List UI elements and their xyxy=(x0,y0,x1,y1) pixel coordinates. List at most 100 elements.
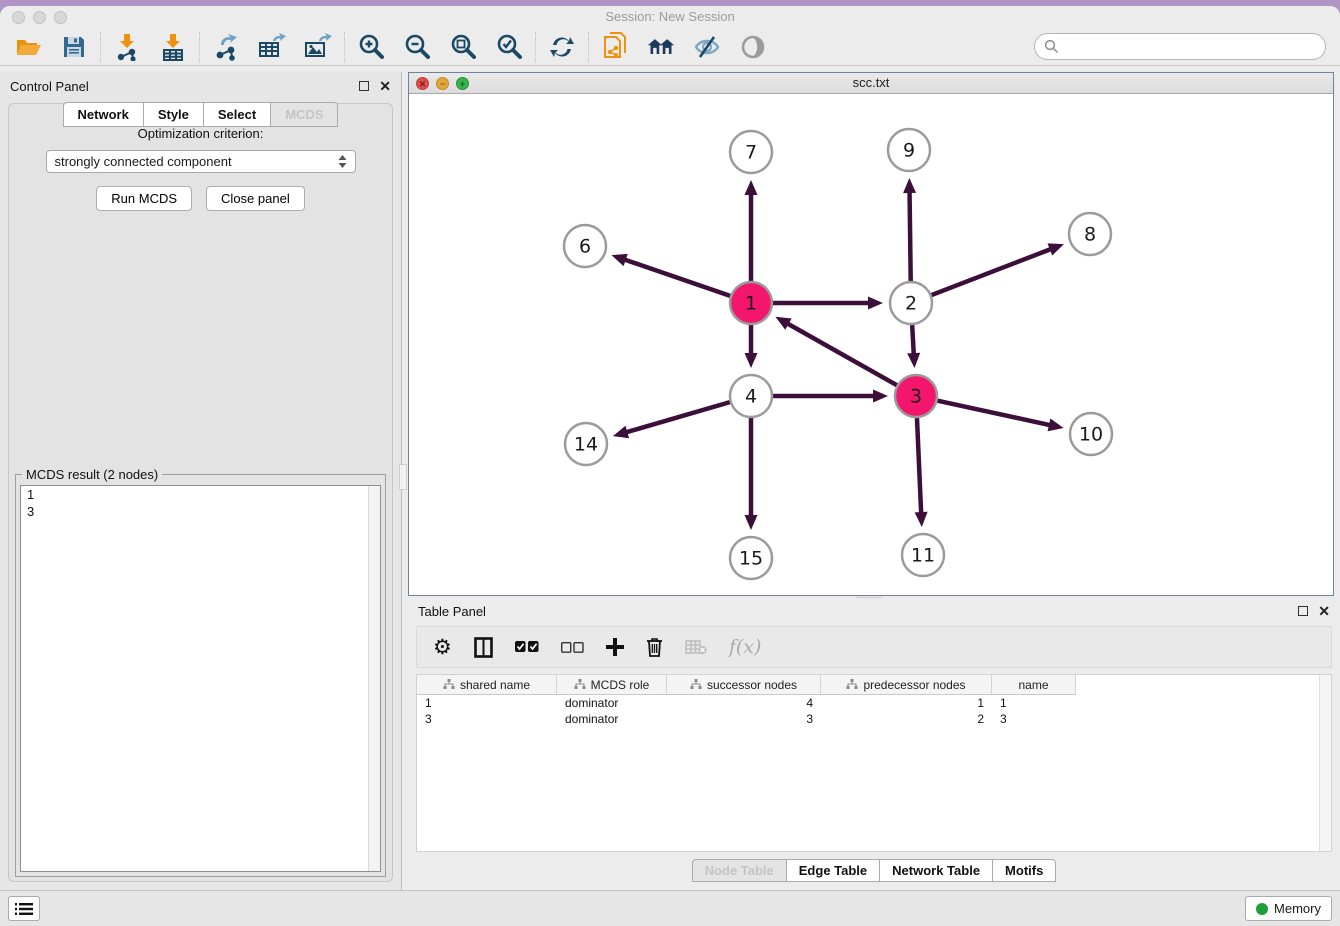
delete-column-icon[interactable] xyxy=(646,633,663,661)
select-all-icon[interactable] xyxy=(515,633,539,661)
zoom-in-icon[interactable] xyxy=(357,33,385,61)
graph-edge-1-6[interactable] xyxy=(623,259,730,296)
table-row[interactable]: 3dominator323 xyxy=(417,711,1076,727)
float-table-panel-icon[interactable] xyxy=(1298,606,1308,616)
column-header-shared-name[interactable]: shared name xyxy=(417,675,557,694)
table-panel-header: Table Panel ✕ xyxy=(408,598,1340,624)
import-network-icon[interactable] xyxy=(113,33,141,61)
search-icon xyxy=(1044,39,1059,54)
graph-edge-2-9[interactable] xyxy=(910,190,911,281)
attribute-icon xyxy=(574,679,586,690)
export-image-icon[interactable] xyxy=(304,33,332,61)
graph-node-label-8: 8 xyxy=(1084,224,1096,246)
table-cell[interactable]: 1 xyxy=(821,695,992,711)
tab-network-table[interactable]: Network Table xyxy=(879,859,992,882)
tab-edge-table[interactable]: Edge Table xyxy=(786,859,879,882)
search-field[interactable] xyxy=(1034,33,1326,60)
maximize-window-button[interactable] xyxy=(54,11,67,24)
graph-edge-3-10[interactable] xyxy=(937,401,1051,426)
graph-node-label-2: 2 xyxy=(905,293,917,315)
task-history-button[interactable] xyxy=(8,896,40,921)
close-table-panel-icon[interactable]: ✕ xyxy=(1318,606,1330,616)
table-cell[interactable]: 3 xyxy=(992,711,1076,727)
save-session-icon[interactable] xyxy=(60,33,88,61)
tab-network[interactable]: Network xyxy=(63,102,143,127)
graph-edge-3-1[interactable] xyxy=(786,323,897,386)
graph-node-label-7: 7 xyxy=(745,142,757,164)
graph-edge-arrow-4-15 xyxy=(745,515,758,530)
deselect-all-icon[interactable] xyxy=(561,633,584,661)
table-cell[interactable]: dominator xyxy=(557,695,667,711)
graph-edge-4-14[interactable] xyxy=(624,402,729,433)
tab-motifs[interactable]: Motifs xyxy=(992,859,1056,882)
refresh-icon[interactable] xyxy=(548,33,576,61)
network-minimize-button[interactable]: − xyxy=(436,77,449,90)
tab-style[interactable]: Style xyxy=(143,102,203,127)
optimization-select[interactable]: strongly connected component xyxy=(46,150,356,173)
clone-network-icon[interactable] xyxy=(601,33,629,61)
search-input[interactable] xyxy=(1064,39,1314,54)
network-maximize-button[interactable]: + xyxy=(456,77,469,90)
table-panel-title: Table Panel xyxy=(418,604,486,619)
close-panel-icon[interactable]: ✕ xyxy=(379,81,391,91)
gear-icon[interactable]: ⚙ xyxy=(433,633,452,661)
table-cell[interactable]: 4 xyxy=(667,695,821,711)
toolbar-separator xyxy=(344,32,345,62)
control-panel-header: Control Panel ✕ xyxy=(0,72,401,100)
column-header-predecessor-nodes[interactable]: predecessor nodes xyxy=(821,675,992,694)
birdseye-icon[interactable] xyxy=(739,33,767,61)
graph-edge-2-3[interactable] xyxy=(912,325,914,356)
main-window: Session: New Session xyxy=(0,6,1340,926)
memory-button[interactable]: Memory xyxy=(1245,896,1332,921)
mcds-result-scrollbar[interactable] xyxy=(368,486,380,871)
tab-node-table[interactable]: Node Table xyxy=(692,859,786,882)
tab-select[interactable]: Select xyxy=(203,102,270,127)
mcds-result-list[interactable]: 1 3 xyxy=(20,485,381,872)
graph-edge-2-8[interactable] xyxy=(932,248,1053,295)
mcds-panel: Optimization criterion: strongly connect… xyxy=(8,103,393,882)
close-window-button[interactable] xyxy=(12,11,25,24)
list-icon xyxy=(15,902,33,916)
hide-eye-icon[interactable] xyxy=(693,33,721,61)
attribute-icon xyxy=(443,679,455,690)
run-mcds-button[interactable]: Run MCDS xyxy=(96,186,192,211)
open-session-icon[interactable] xyxy=(14,33,42,61)
graph-edge-arrow-4-3 xyxy=(873,390,888,403)
home-layout-icon[interactable] xyxy=(647,33,675,61)
column-header-successor-nodes[interactable]: successor nodes xyxy=(667,675,821,694)
table-cell[interactable]: 1 xyxy=(992,695,1076,711)
table-cell[interactable]: dominator xyxy=(557,711,667,727)
export-table-icon[interactable] xyxy=(258,33,286,61)
zoom-selected-icon[interactable] xyxy=(495,33,523,61)
network-window-titlebar: ✕ − + scc.txt xyxy=(409,73,1333,94)
graph-edge-arrow-1-2 xyxy=(868,297,883,310)
vertical-splitter-handle[interactable] xyxy=(399,464,407,490)
add-column-icon[interactable] xyxy=(606,633,624,661)
table-row[interactable]: 1dominator411 xyxy=(417,695,1076,711)
toolbar-separator xyxy=(100,32,101,62)
table-cell[interactable]: 1 xyxy=(417,695,557,711)
table-cell[interactable]: 3 xyxy=(417,711,557,727)
zoom-fit-icon[interactable] xyxy=(449,33,477,61)
columns-icon[interactable] xyxy=(474,633,493,661)
column-header-mcds-role[interactable]: MCDS role xyxy=(557,675,667,694)
titlebar: Session: New Session xyxy=(0,6,1340,28)
table-scrollbar[interactable] xyxy=(1319,675,1331,851)
zoom-out-icon[interactable] xyxy=(403,33,431,61)
search-area xyxy=(1034,33,1326,60)
minimize-window-button[interactable] xyxy=(33,11,46,24)
tab-mcds[interactable]: MCDS xyxy=(270,102,338,127)
graph-edge-3-11[interactable] xyxy=(917,418,921,515)
graph-edge-arrow-1-7 xyxy=(745,180,758,195)
network-canvas[interactable]: 1234678910111415 xyxy=(409,94,1333,595)
export-network-icon[interactable] xyxy=(212,33,240,61)
column-header-name[interactable]: name xyxy=(992,675,1076,694)
network-close-button[interactable]: ✕ xyxy=(416,77,429,90)
table-panel: Table Panel ✕ ⚙ xyxy=(408,598,1340,890)
import-table-icon[interactable] xyxy=(159,33,187,61)
table-cell[interactable]: 2 xyxy=(821,711,992,727)
float-panel-icon[interactable] xyxy=(359,81,369,91)
table-cell[interactable]: 3 xyxy=(667,711,821,727)
optimization-label: Optimization criterion: xyxy=(9,126,392,141)
close-panel-button[interactable]: Close panel xyxy=(206,186,305,211)
